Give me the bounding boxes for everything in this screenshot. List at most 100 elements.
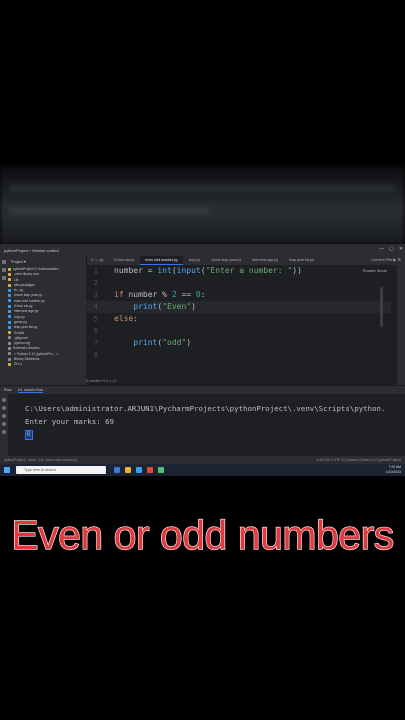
close-button[interactable]: ✕: [399, 246, 403, 252]
tab-run-config[interactable]: Dr. onsole.Run: [18, 388, 44, 393]
file-icon: [8, 309, 11, 313]
code-line: 6: [86, 325, 391, 337]
tree-item[interactable]: DLLs: [8, 362, 86, 367]
taskbar-app-icon[interactable]: [158, 467, 164, 473]
code-line: 8: [86, 349, 391, 361]
tree-item-label: Binary Skeletons: [13, 357, 40, 362]
left-tool-strip: [0, 256, 8, 401]
file-icon: [8, 325, 11, 329]
tree-item-label: fn...py: [13, 288, 24, 293]
run-console[interactable]: C:\Users\administrator.ARJUN1\PycharmPro…: [8, 394, 405, 460]
tree-item-label: leap year list.py: [13, 325, 38, 330]
file-icon: [8, 283, 11, 287]
taskbar-app-icon[interactable]: [136, 467, 142, 473]
console-line: C:\Users\administrator.ARJUN1\PycharmPro…: [25, 404, 386, 413]
tree-item-label: Lib: [13, 277, 19, 282]
file-icon: [8, 294, 11, 298]
tree-item-label: Scripts: [13, 330, 25, 335]
code-editor[interactable]: Reader Mode 1 number = int(input("Enter …: [86, 265, 391, 399]
console-input[interactable]: 0: [25, 430, 33, 440]
code-line: 7 print("odd"): [86, 337, 391, 349]
tree-item-label: even odd number.py: [13, 298, 45, 303]
code-text: print("odd"): [133, 338, 192, 347]
file-icon: [8, 357, 11, 361]
run-label: Run:: [4, 388, 13, 392]
taskbar-apps: [114, 467, 164, 473]
window-title: pythonProject › Version control: [4, 247, 59, 253]
system-tray-clock[interactable]: 7:00 AM 1/10/2023: [386, 465, 401, 474]
tree-item-label: check leap year.py: [13, 293, 43, 298]
scroll-end-icon[interactable]: [2, 414, 6, 418]
minimize-button[interactable]: —: [379, 246, 384, 252]
code-line: 2: [86, 277, 391, 289]
file-icon: [8, 299, 11, 303]
line-number: 4: [93, 303, 98, 311]
tree-item-label: External Libraries: [13, 346, 40, 351]
code-line-current: 4 print("Even"): [86, 301, 391, 313]
console-line: Enter your marks: 69: [25, 417, 114, 426]
status-bar: pythonProject › .venv › Lib › even odd n…: [0, 456, 405, 464]
file-icon: [8, 320, 11, 324]
line-number: 3: [93, 291, 98, 299]
file-icon: [8, 315, 11, 319]
file-icon: [8, 362, 11, 366]
search-placeholder: Type here to search: [24, 468, 56, 472]
tree-item-label: game.py: [13, 319, 27, 324]
file-icon: [8, 304, 11, 308]
tab-even-odd-number[interactable]: even odd number.py: [140, 256, 183, 265]
code-text: else:: [114, 314, 139, 323]
stop-icon[interactable]: [2, 406, 6, 410]
tab-file[interactable]: C: \...py: [86, 256, 108, 265]
clock-date: 1/10/2023: [385, 469, 401, 474]
tree-item-label: interview age.py: [13, 309, 39, 314]
tab-file[interactable]: leap year list.py: [284, 256, 319, 265]
status-info[interactable]: 4:16 CRLF UTF-8 4 spaces Python 3.12 (py…: [317, 458, 401, 462]
taskbar-app-icon[interactable]: [114, 467, 120, 473]
tree-item-label: < Python 3.12 (pythonPro... >: [13, 351, 59, 356]
tab-file[interactable]: interview age.py: [247, 256, 283, 265]
status-path[interactable]: pythonProject › .venv › Lib › even odd n…: [4, 458, 77, 462]
code-line: 1 number = int(input("Enter a number: ")…: [86, 265, 391, 277]
code-line: 5 else:: [86, 313, 391, 325]
file-icon: [8, 288, 11, 292]
line-number: 1: [93, 267, 98, 275]
editor-scrollbar[interactable]: [380, 287, 383, 327]
line-number: 7: [93, 339, 98, 347]
line-number: 8: [93, 351, 98, 359]
structure-icon[interactable]: [2, 276, 6, 280]
rerun-icon[interactable]: [2, 398, 6, 402]
project-header[interactable]: Project ▾: [8, 256, 86, 267]
tree-item-label: pythonProject C:\Users\admin...: [13, 267, 61, 271]
code-line: 3 if number % 2 == 0:: [86, 289, 391, 301]
commit-icon[interactable]: [2, 268, 6, 272]
windows-start-icon[interactable]: [4, 467, 10, 473]
folder-icon[interactable]: [2, 260, 6, 264]
tree-item-label: pyvenv.cfg: [13, 341, 30, 346]
file-icon: [8, 347, 11, 351]
taskbar-app-icon[interactable]: [125, 467, 131, 473]
line-number: 5: [93, 315, 98, 323]
tab-file[interactable]: loop.py: [184, 256, 206, 265]
print-icon[interactable]: [2, 422, 6, 426]
title-bar: pythonProject › Version control — ▢ ✕: [0, 244, 405, 256]
file-icon: [8, 352, 11, 356]
line-number: 2: [93, 279, 98, 287]
video-caption: Even or odd numbers: [11, 511, 395, 558]
taskbar-app-icon[interactable]: [147, 467, 153, 473]
taskbar-search[interactable]: Type here to search: [16, 466, 106, 474]
code-text: if number % 2 == 0:: [114, 290, 206, 299]
right-tool-strip: [397, 265, 405, 395]
tree-item-label: loop.py: [13, 314, 25, 319]
run-config-selector[interactable]: Current File ▶ ⚙: [371, 257, 401, 262]
breadcrumb[interactable]: if number % 2 == 0: [86, 379, 116, 383]
trash-icon[interactable]: [2, 430, 6, 434]
tree-item-label: if else cal.py: [13, 304, 33, 309]
run-tool-header: Run: Dr. onsole.Run: [0, 385, 405, 394]
windows-taskbar: Type here to search 7:00 AM 1/10/2023: [0, 464, 405, 476]
line-number: 6: [93, 327, 98, 335]
tab-file[interactable]: check leap year.py: [206, 256, 246, 265]
clock-time: 7:00 AM: [388, 465, 401, 469]
tab-file[interactable]: if else cal.py: [109, 256, 139, 265]
file-icon: [8, 336, 11, 340]
maximize-button[interactable]: ▢: [389, 246, 394, 252]
